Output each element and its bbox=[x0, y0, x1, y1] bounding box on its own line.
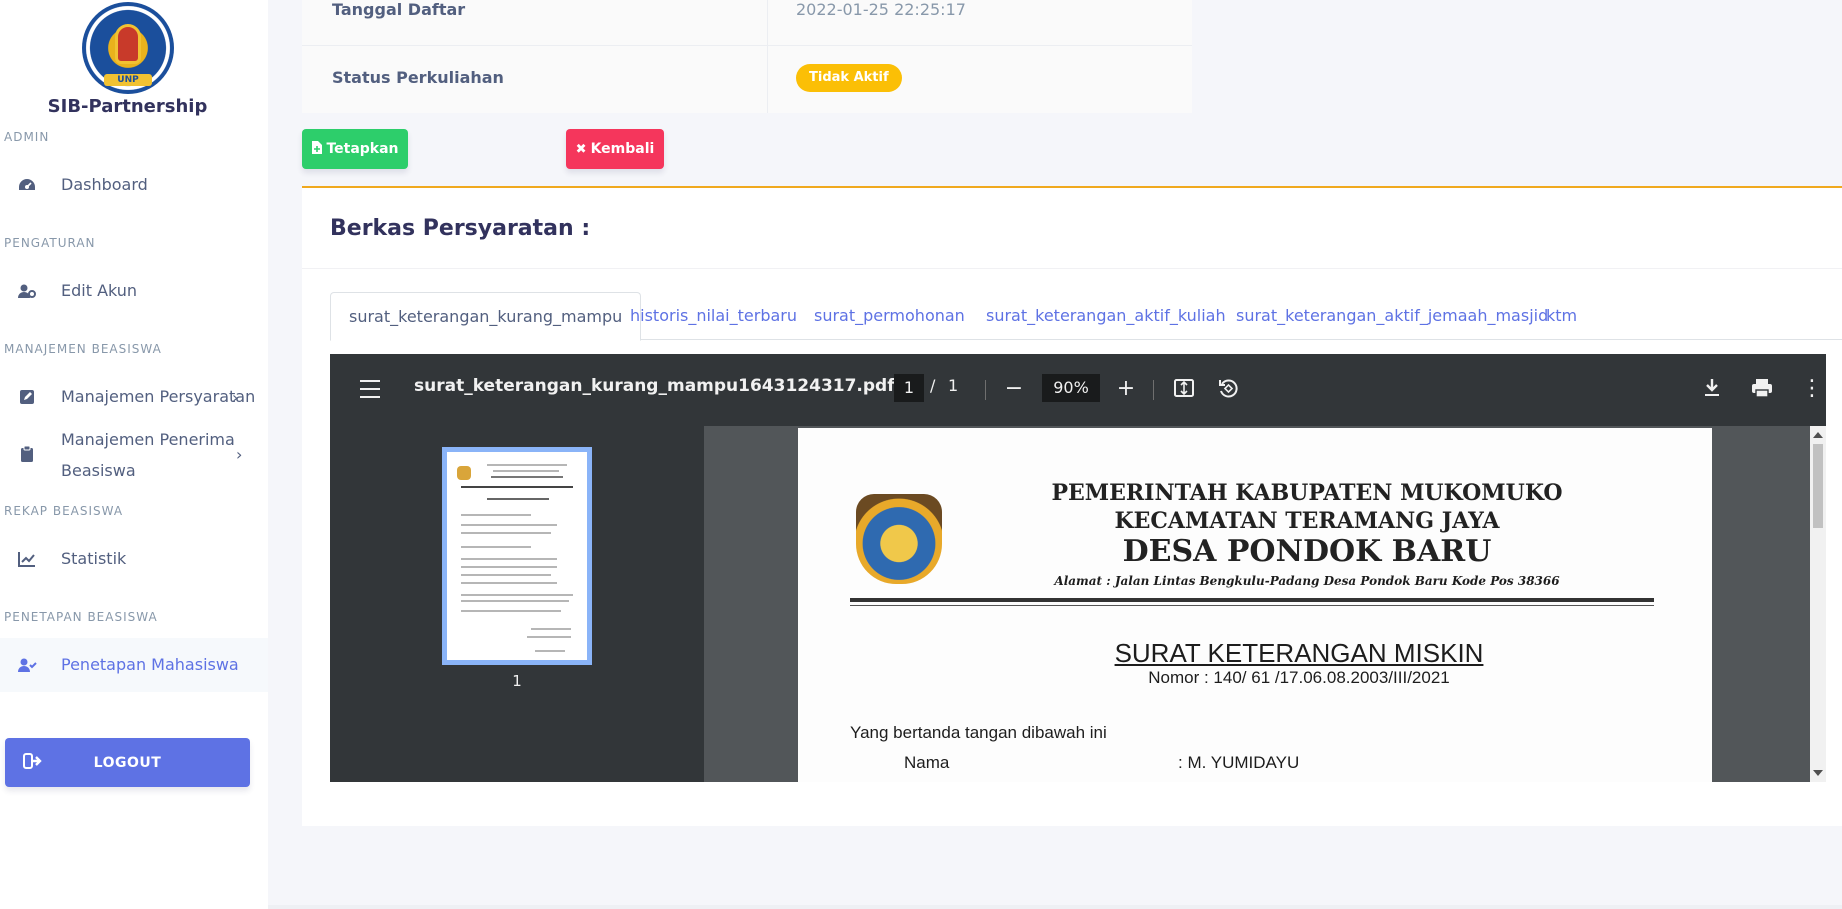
sidebar: UNP SIB-Partnership ADMIN Dashboard PENG… bbox=[0, 0, 268, 909]
pdf-toolbar: surat_keterangan_kurang_mampu1643124317.… bbox=[330, 354, 1826, 426]
detail-card: Tanggal Daftar 2022-01-25 22:25:17 Statu… bbox=[302, 0, 1192, 113]
tetapkan-label: Tetapkan bbox=[326, 141, 399, 157]
sidebar-item-manajemen-persyaratan[interactable]: Manajemen Persyaratan › bbox=[0, 370, 268, 424]
doc-address: Alamat : Jalan Lintas Bengkulu-Padang De… bbox=[1054, 574, 1560, 588]
page-separator: / bbox=[930, 376, 936, 395]
doc-field-label: Nama bbox=[904, 753, 950, 772]
sidebar-item-statistik[interactable]: Statistik bbox=[0, 532, 268, 586]
status-badge: Tidak Aktif bbox=[796, 64, 902, 92]
print-icon[interactable] bbox=[1748, 374, 1776, 402]
detail-value: 2022-01-25 22:25:17 bbox=[796, 0, 966, 19]
nav-heading-rekap: REKAP BEASISWA bbox=[4, 504, 124, 518]
sidebar-item-manajemen-penerima[interactable]: Manajemen Penerima Beasiswa › bbox=[0, 424, 268, 484]
sidebar-item-edit-akun[interactable]: Edit Akun bbox=[0, 264, 268, 318]
download-icon[interactable] bbox=[1698, 374, 1726, 402]
doc-rule bbox=[850, 598, 1654, 602]
pdf-filename: surat_keterangan_kurang_mampu1643124317.… bbox=[414, 376, 895, 396]
sidebar-item-label: Manajemen Persyaratan bbox=[61, 387, 256, 406]
tetapkan-button[interactable]: Tetapkan bbox=[302, 129, 408, 169]
toolbar-divider bbox=[985, 380, 986, 400]
card-divider bbox=[302, 268, 1842, 269]
doc-heading-1: PEMERINTAH KABUPATEN MUKOMUKO bbox=[1051, 480, 1563, 506]
nav-heading-admin: ADMIN bbox=[4, 130, 50, 144]
doc-intro: Yang bertanda tangan dibawah ini bbox=[850, 723, 1107, 742]
chart-line-icon bbox=[17, 549, 37, 569]
tab-surat-keterangan-aktif-jemaah-masjid[interactable]: surat_keterangan_aktif_jemaah_masjid bbox=[1236, 292, 1548, 341]
chevron-right-icon: › bbox=[232, 387, 239, 407]
footer-strip bbox=[268, 905, 1842, 909]
kembali-button[interactable]: ✖ Kembali bbox=[566, 129, 664, 169]
pdf-scrollbar[interactable] bbox=[1810, 426, 1826, 782]
chevron-right-icon: › bbox=[236, 444, 243, 464]
doc-field-value: : M. YUMIDAYU bbox=[1178, 753, 1300, 772]
berkas-title: Berkas Persyaratan : bbox=[330, 216, 591, 241]
dashboard-icon bbox=[17, 175, 37, 195]
nav-heading-penetapan: PENETAPAN BEASISWA bbox=[4, 610, 158, 624]
sidebar-item-penetapan-mahasiswa[interactable]: Penetapan Mahasiswa bbox=[0, 638, 268, 692]
users-cog-icon bbox=[17, 281, 37, 301]
user-check-icon bbox=[17, 655, 37, 675]
sidebar-item-label: Statistik bbox=[61, 549, 127, 568]
doc-heading-2: KECAMATAN TERAMANG JAYA bbox=[1114, 508, 1500, 534]
logout-label: LOGOUT bbox=[93, 754, 162, 771]
file-plus-icon bbox=[311, 140, 323, 158]
sidebar-item-label-line2: Beasiswa bbox=[61, 461, 136, 480]
scroll-up-icon[interactable] bbox=[1813, 432, 1823, 438]
detail-key: Tanggal Daftar bbox=[332, 0, 466, 19]
nav-heading-pengaturan: PENGATURAN bbox=[4, 236, 96, 250]
berkas-card: Berkas Persyaratan : surat_keterangan_ku… bbox=[302, 186, 1842, 826]
thumbnail-panel: 1 bbox=[330, 426, 704, 782]
tab-historis-nilai-terbaru[interactable]: historis_nilai_terbaru bbox=[630, 292, 797, 341]
tab-surat-keterangan-aktif-kuliah[interactable]: surat_keterangan_aktif_kuliah bbox=[986, 292, 1226, 341]
brand-name[interactable]: SIB-Partnership bbox=[0, 96, 255, 117]
tab-surat-permohonan[interactable]: surat_permohonan bbox=[814, 292, 965, 341]
toolbar-divider bbox=[1153, 380, 1154, 400]
doc-rule bbox=[850, 605, 1654, 606]
sidebar-item-label: Penetapan Mahasiswa bbox=[61, 655, 239, 674]
doc-title: SURAT KETERANGAN MISKIN bbox=[1114, 638, 1484, 668]
page-thumbnail[interactable] bbox=[442, 447, 592, 665]
university-logo[interactable]: UNP bbox=[82, 2, 174, 94]
doc-heading-3: DESA PONDOK BARU bbox=[1122, 534, 1492, 569]
pdf-page-area[interactable]: PEMERINTAH KABUPATEN MUKOMUKO KECAMATAN … bbox=[704, 426, 1826, 782]
page-total: 1 bbox=[948, 376, 959, 395]
logo-ribbon: UNP bbox=[104, 74, 152, 86]
berkas-tabs: surat_keterangan_kurang_mampu historis_n… bbox=[330, 292, 1842, 341]
scroll-thumb[interactable] bbox=[1813, 444, 1823, 528]
doc-nomor: Nomor : 140/ 61 /17.06.08.2003/III/2021 bbox=[1148, 668, 1450, 687]
clipboard-icon bbox=[17, 444, 37, 464]
zoom-in-icon[interactable]: + bbox=[1112, 374, 1140, 402]
rotate-icon[interactable] bbox=[1214, 374, 1242, 402]
menu-icon[interactable] bbox=[360, 380, 380, 398]
kembali-label: Kembali bbox=[590, 141, 655, 157]
zoom-out-icon[interactable]: − bbox=[1000, 374, 1028, 402]
sidebar-item-label-line1: Manajemen Penerima bbox=[61, 430, 235, 449]
fit-page-icon[interactable] bbox=[1170, 374, 1198, 402]
sidebar-item-label: Edit Akun bbox=[61, 281, 138, 300]
thumbnail-page bbox=[447, 452, 587, 660]
pdf-page: PEMERINTAH KABUPATEN MUKOMUKO KECAMATAN … bbox=[798, 428, 1712, 782]
thumbnail-page-number: 1 bbox=[512, 672, 522, 690]
thumbnail-seal-icon bbox=[457, 466, 471, 480]
edit-icon bbox=[17, 387, 37, 407]
sidebar-item-dashboard[interactable]: Dashboard bbox=[0, 158, 268, 212]
detail-key: Status Perkuliahan bbox=[332, 68, 504, 87]
tab-ktm[interactable]: ktm bbox=[1546, 292, 1577, 341]
more-options-icon[interactable]: ⋮ bbox=[1798, 374, 1826, 402]
logo-emblem bbox=[115, 24, 141, 64]
page-number-input[interactable]: 1 bbox=[894, 374, 924, 402]
logout-button[interactable]: LOGOUT bbox=[5, 738, 250, 787]
zoom-input[interactable]: 90% bbox=[1042, 374, 1100, 402]
sidebar-item-label: Dashboard bbox=[61, 175, 148, 194]
nav-heading-manajemen: MANAJEMEN BEASISWA bbox=[4, 342, 162, 356]
close-icon: ✖ bbox=[575, 141, 587, 157]
detail-row-status: Status Perkuliahan bbox=[302, 46, 1192, 102]
scroll-down-icon[interactable] bbox=[1813, 770, 1823, 776]
pdf-viewer: surat_keterangan_kurang_mampu1643124317.… bbox=[330, 354, 1826, 782]
tab-surat-keterangan-kurang-mampu[interactable]: surat_keterangan_kurang_mampu bbox=[330, 292, 642, 341]
